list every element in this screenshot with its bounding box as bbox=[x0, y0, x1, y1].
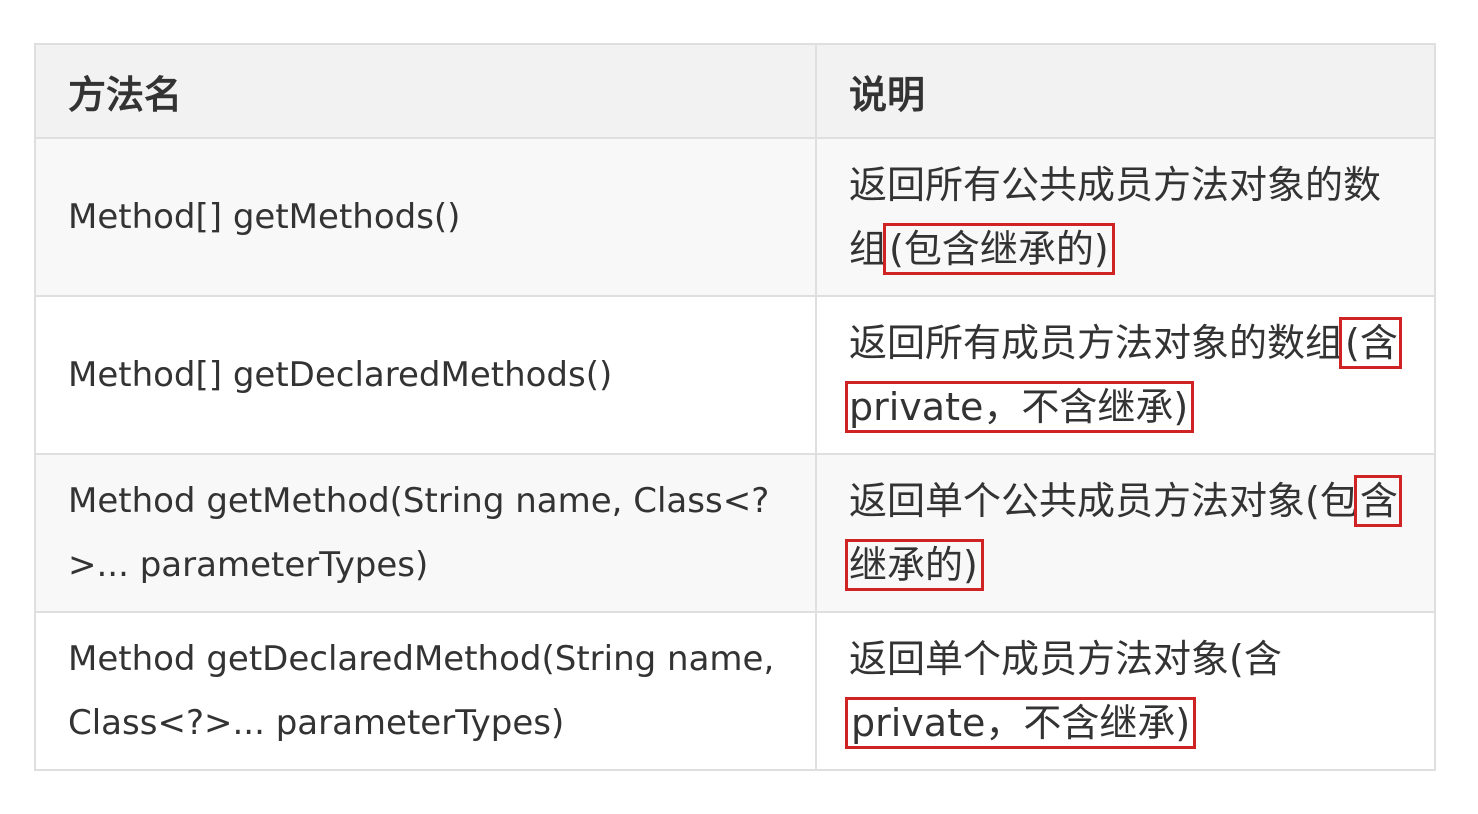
method-signature: Method getDeclaredMethod(String name, Cl… bbox=[34, 611, 817, 771]
highlight-box: private，不含继承) bbox=[844, 697, 1197, 749]
description-text: 返回单个公共成员方法对象(包 bbox=[849, 479, 1358, 523]
method-description: 返回单个公共成员方法对象(包含继承的) bbox=[815, 453, 1436, 613]
method-signature: Method[] getMethods() bbox=[34, 137, 817, 297]
table-row: Method[] getDeclaredMethods() 返回所有成员方法对象… bbox=[34, 295, 1436, 455]
description-text: 返回所有成员方法对象的数组 bbox=[849, 321, 1344, 365]
methods-table: 方法名 说明 Method[] getMethods() 返回所有公共成员方法对… bbox=[34, 43, 1436, 771]
method-signature: Method[] getDeclaredMethods() bbox=[34, 295, 817, 455]
header-description: 说明 bbox=[815, 43, 1436, 139]
table-row: Method getMethod(String name, Class<?>..… bbox=[34, 453, 1436, 613]
highlight-box: (包含继承的) bbox=[883, 223, 1115, 275]
description-text: 返回单个成员方法对象(含 bbox=[849, 637, 1282, 681]
table-row: Method[] getMethods() 返回所有公共成员方法对象的数组(包含… bbox=[34, 137, 1436, 297]
method-description: 返回所有成员方法对象的数组(含private，不含继承) bbox=[815, 295, 1436, 455]
method-signature: Method getMethod(String name, Class<?>..… bbox=[34, 453, 817, 613]
method-description: 返回单个成员方法对象(含 private，不含继承) bbox=[815, 611, 1436, 771]
header-method-name: 方法名 bbox=[34, 43, 817, 139]
method-description: 返回所有公共成员方法对象的数组(包含继承的) bbox=[815, 137, 1436, 297]
table-row: Method getDeclaredMethod(String name, Cl… bbox=[34, 611, 1436, 771]
table-header-row: 方法名 说明 bbox=[34, 43, 1436, 139]
